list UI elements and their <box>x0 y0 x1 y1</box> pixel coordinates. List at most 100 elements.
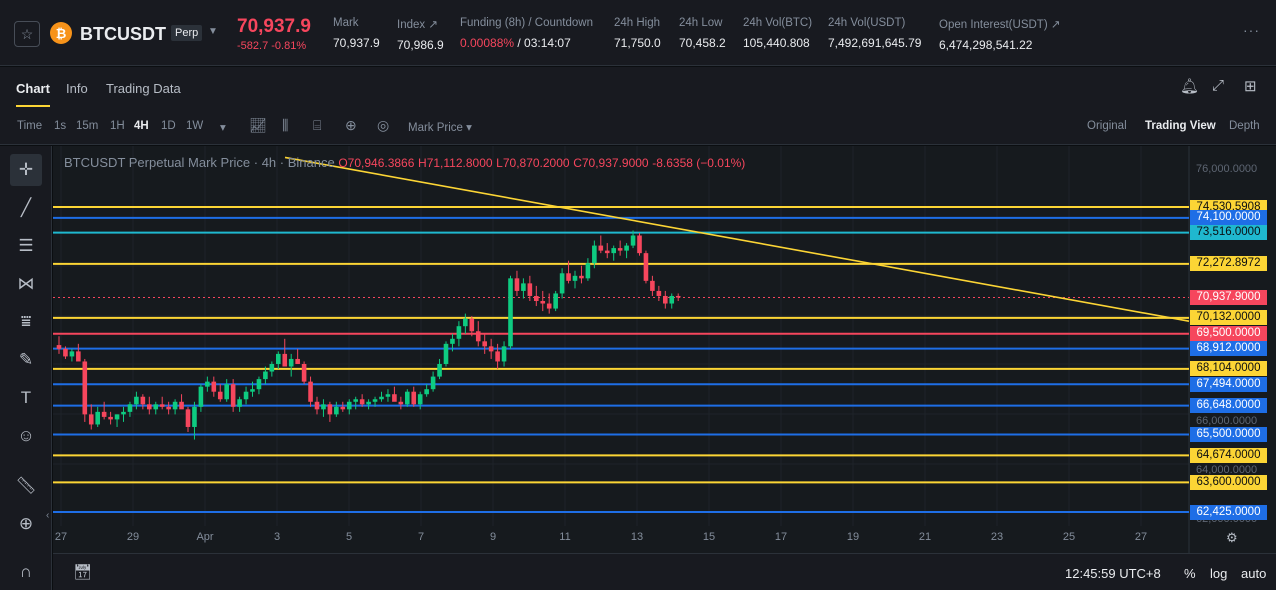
collapse-icon[interactable]: ‹ <box>46 510 49 521</box>
candle-body <box>637 235 642 254</box>
price-level-label[interactable]: 70,132.0000 <box>1190 310 1267 326</box>
star-icon[interactable]: ☆ <box>14 21 40 47</box>
grid-layout-icon[interactable]: ⊞ <box>1244 77 1257 95</box>
interval-15m[interactable]: 15m <box>76 120 98 132</box>
settings-icon[interactable]: ◎ <box>377 117 389 134</box>
price-level-label[interactable]: 70,937.9000 <box>1190 290 1267 306</box>
candle-body <box>385 394 391 397</box>
price-level-label[interactable]: 73,516.0000 <box>1190 225 1267 241</box>
interval-4h[interactable]: 4H <box>134 120 149 132</box>
candle-body <box>198 386 204 407</box>
candle-body <box>534 295 539 302</box>
candle-body <box>192 406 197 427</box>
interval-1d[interactable]: 1D <box>161 120 176 132</box>
indicator-icon[interactable]: 📈︎ <box>249 117 267 134</box>
candle-body <box>675 295 681 298</box>
active-tab-indicator <box>16 105 50 107</box>
more-icon[interactable]: ··· <box>1243 22 1260 38</box>
horizontal-lines-icon[interactable]: ☰ <box>10 230 42 262</box>
candle-body <box>101 411 107 417</box>
pattern-icon[interactable]: ⋈ <box>10 268 42 300</box>
candle-body <box>656 290 662 296</box>
price-level-label[interactable]: 69,500.0000 <box>1190 326 1267 342</box>
candle-body <box>546 303 552 309</box>
gear-icon[interactable]: ⚙ <box>1226 530 1238 546</box>
candle-body <box>521 283 526 291</box>
log-scale-toggle[interactable]: log <box>1210 566 1227 581</box>
interval-time[interactable]: Time <box>17 120 42 132</box>
high-stat: 24h High 71,750.0 <box>614 17 661 50</box>
candle-body <box>56 345 62 349</box>
candle-body <box>405 391 410 405</box>
date-range-icon[interactable]: 📅︎ <box>73 563 92 581</box>
candle-body <box>540 301 546 304</box>
bell-icon[interactable]: 🔔︎ <box>1180 77 1199 95</box>
tab-chart[interactable]: Chart <box>16 81 50 96</box>
brush-icon[interactable]: ✎ <box>10 344 42 376</box>
price-level-label[interactable]: 67,494.0000 <box>1190 376 1267 392</box>
interval-1w[interactable]: 1W <box>186 120 203 132</box>
candle-body <box>211 381 217 392</box>
price-level-label[interactable]: 63,600.0000 <box>1190 474 1267 490</box>
add-icon[interactable]: ⊕ <box>345 117 357 134</box>
view-original[interactable]: Original <box>1087 120 1127 132</box>
candle-body <box>463 318 468 327</box>
date-label: 21 <box>918 531 932 543</box>
view-depth[interactable]: Depth <box>1229 120 1260 132</box>
tab-info[interactable]: Info <box>66 81 88 96</box>
open-interest-link[interactable]: Open Interest(USDT) <box>939 19 1048 31</box>
candle-body <box>321 404 326 410</box>
candle-body <box>372 399 378 402</box>
camera-icon[interactable]: ⌸ <box>313 117 321 134</box>
price-level-label[interactable]: 66,648.0000 <box>1190 398 1267 414</box>
date-label: 17 <box>774 531 788 543</box>
candle-body <box>327 404 333 415</box>
emoji-icon[interactable]: ☺ <box>10 420 42 452</box>
candle-body <box>411 391 417 405</box>
price-level-label[interactable]: 68,912.0000 <box>1190 341 1267 357</box>
chevron-down-icon[interactable]: ▾ <box>220 120 226 134</box>
date-axis[interactable]: 27 29 Apr 3 5 7 9 11 13 15 17 19 21 23 25 27 <box>53 526 1189 548</box>
date-label: 27 <box>1134 531 1148 543</box>
trend-line-icon[interactable]: ╱ <box>10 192 42 224</box>
magnet-icon[interactable]: ∩ <box>10 556 42 588</box>
price-type-select[interactable]: Mark Price ▾ <box>408 120 472 134</box>
price-level-label[interactable]: 65,500.0000 <box>1190 427 1267 443</box>
price-level-label[interactable]: 74,100.0000 <box>1190 210 1267 226</box>
candle-body <box>508 278 513 347</box>
auto-scale-toggle[interactable]: auto <box>1241 566 1266 581</box>
index-link[interactable]: Index <box>397 19 425 31</box>
price-level-label[interactable]: 62,425.0000 <box>1190 504 1267 520</box>
price-level-label[interactable]: 64,674.0000 <box>1190 447 1267 463</box>
interval-1s[interactable]: 1s <box>54 120 66 132</box>
fib-icon[interactable]: ⩸ <box>10 306 42 338</box>
candle-type-icon[interactable]: ⫼ <box>282 117 288 134</box>
candle-body <box>359 399 365 405</box>
view-trading-view[interactable]: Trading View <box>1145 120 1216 132</box>
crosshair-icon[interactable]: ✛ <box>10 154 42 186</box>
mark-stat: Mark 70,937.9 <box>333 17 380 50</box>
symbol-name[interactable]: BTCUSDT <box>80 24 166 45</box>
percent-scale-toggle[interactable]: % <box>1184 566 1196 581</box>
interval-1h[interactable]: 1H <box>110 120 125 132</box>
ruler-icon[interactable]: 📏︎ <box>10 470 42 502</box>
candle-body <box>108 416 113 420</box>
last-price: 70,937.9 <box>237 16 311 37</box>
candle-body <box>224 384 229 400</box>
candle-body <box>392 394 397 402</box>
candle-body <box>243 391 249 400</box>
expand-icon[interactable]: ⤢ <box>1212 77 1224 94</box>
candle-body <box>295 358 300 364</box>
chart-area[interactable] <box>53 146 1276 553</box>
clock: 12:45:59 UTC+8 <box>1065 566 1161 581</box>
price-level-label[interactable]: 68,104.0000 <box>1190 361 1267 377</box>
candle-body <box>572 275 578 281</box>
price-level-label[interactable]: 72,272.8972 <box>1190 256 1267 272</box>
candle-body <box>514 278 520 291</box>
text-icon[interactable]: T <box>10 382 42 414</box>
candle-body <box>611 248 616 254</box>
tab-trading-data[interactable]: Trading Data <box>106 81 181 96</box>
zoom-icon[interactable]: ⊕ <box>10 508 42 540</box>
candle-body <box>553 293 558 309</box>
chevron-down-icon[interactable]: ▼ <box>208 26 218 37</box>
